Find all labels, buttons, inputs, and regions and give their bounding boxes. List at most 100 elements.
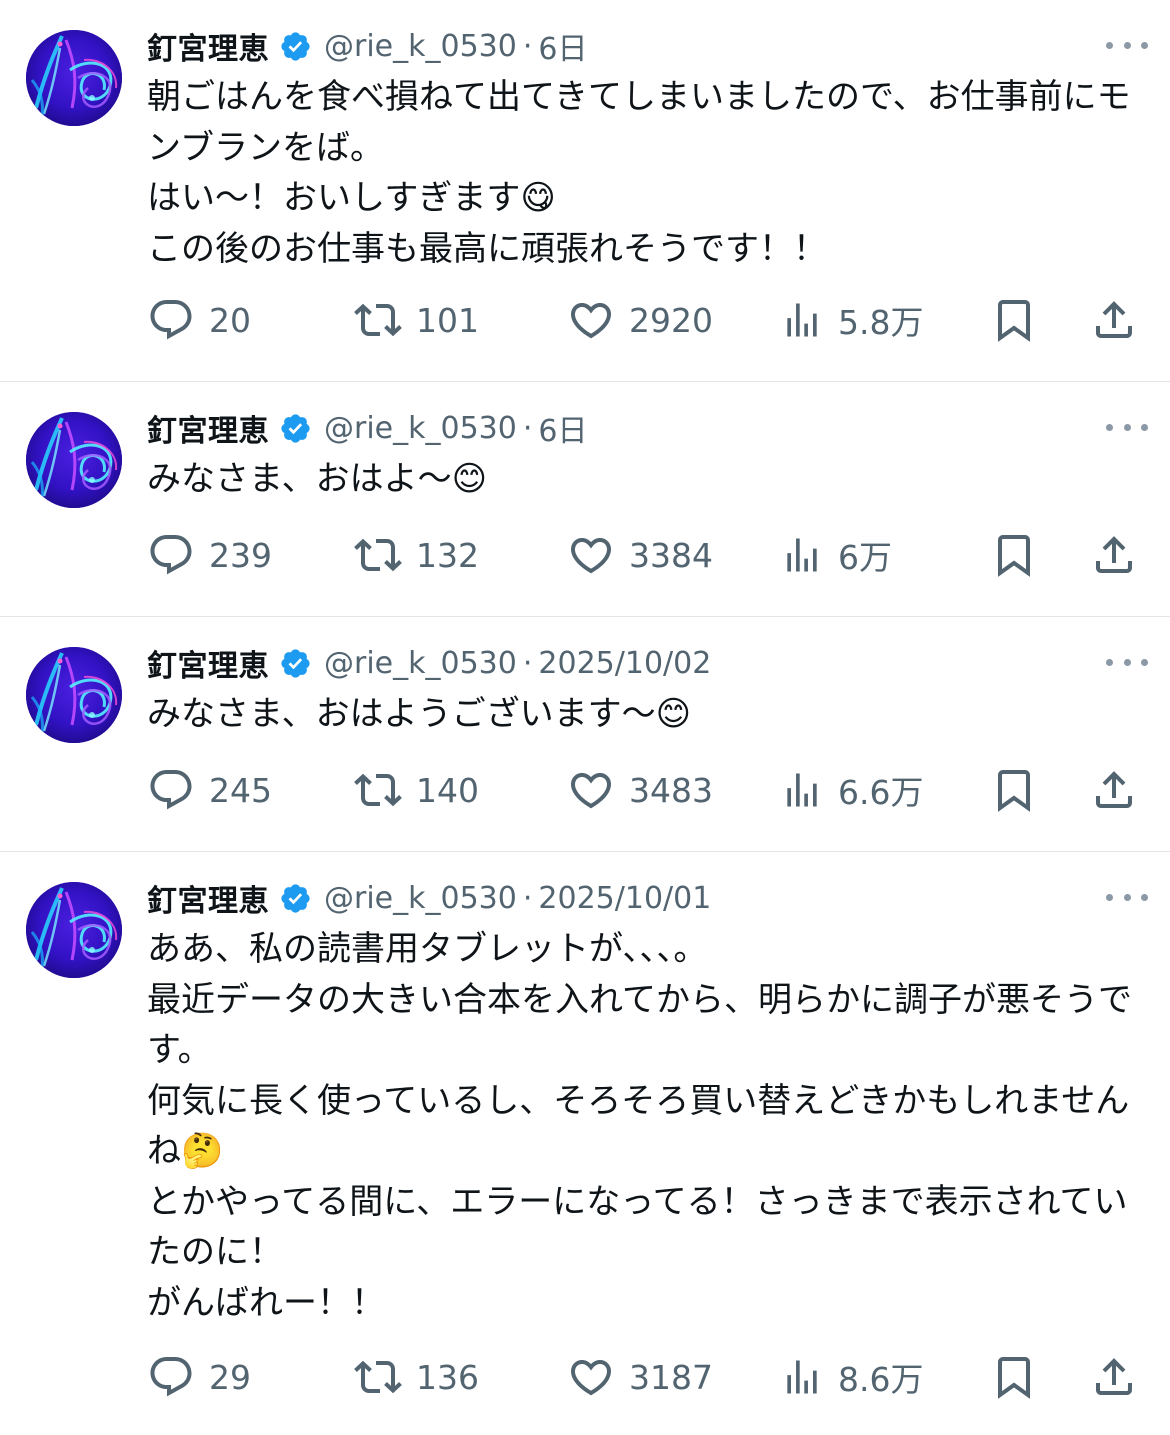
tweet-header: 釘宮理恵 @rie_k_0530 · 2025/10/02 [147, 645, 711, 685]
avatar[interactable] [26, 647, 122, 743]
reply-count: 245 [209, 770, 272, 810]
like-count: 2920 [629, 300, 713, 340]
bookmark-button[interactable] [990, 765, 1038, 815]
reply-button[interactable]: 239 [147, 530, 272, 580]
views-count: 5.8万 [838, 303, 924, 342]
reply-count: 29 [209, 1357, 251, 1397]
heart-icon [567, 766, 615, 814]
more-options-icon[interactable] [1106, 30, 1148, 60]
heart-icon [567, 531, 615, 579]
more-dot [1106, 893, 1113, 901]
more-options-icon[interactable] [1106, 412, 1148, 442]
retweet-icon [354, 766, 402, 814]
like-button[interactable]: 3384 [567, 530, 713, 580]
tweet-text: 朝ごはんを食べ損ねて出てきてしまいましたので、お仕事前にモンブランをば。 はい〜… [147, 77, 1131, 269]
action-bar: 29 136 3187 8.6万 [147, 1352, 1142, 1402]
retweet-count: 136 [416, 1357, 479, 1397]
like-count: 3187 [629, 1357, 713, 1397]
reply-bubble-icon [147, 296, 195, 344]
tweet-timestamp[interactable]: 6日 [538, 24, 587, 68]
retweet-button[interactable]: 101 [354, 295, 479, 345]
like-count: 3384 [629, 535, 713, 575]
author-handle[interactable]: @rie_k_0530 [324, 29, 517, 64]
views-bar-chart-icon [780, 298, 824, 342]
tweet[interactable]: 釘宮理恵 @rie_k_0530 · 6日 朝ごはんを食べ損ねて出てきてしまいま… [0, 0, 1170, 382]
like-button[interactable]: 2920 [567, 295, 713, 345]
more-dot [1123, 893, 1131, 901]
tweet[interactable]: 釘宮理恵 @rie_k_0530 · 2025/10/02 みなさま、おはようご… [0, 617, 1170, 852]
bookmark-button[interactable] [990, 1352, 1038, 1402]
share-button[interactable] [1090, 765, 1138, 815]
tweet-text: みなさま、おはようございます〜😊 [147, 694, 692, 734]
reply-button[interactable]: 245 [147, 765, 272, 815]
more-options-icon[interactable] [1106, 882, 1148, 912]
retweet-icon [354, 296, 402, 344]
retweet-icon [354, 1353, 402, 1401]
avatar[interactable] [26, 412, 122, 508]
avatar[interactable] [26, 882, 122, 978]
tweet-timestamp[interactable]: 2025/10/01 [538, 881, 711, 916]
retweet-button[interactable]: 140 [354, 765, 479, 815]
tweet-text: みなさま、おはよ〜😊 [147, 459, 488, 499]
reply-bubble-icon [147, 766, 195, 814]
share-button[interactable] [1090, 530, 1138, 580]
retweet-count: 101 [416, 300, 479, 340]
bookmark-button[interactable] [990, 530, 1038, 580]
share-button[interactable] [1090, 1352, 1138, 1402]
timeline-feed: 釘宮理恵 @rie_k_0530 · 6日 朝ごはんを食べ損ねて出てきてしまいま… [0, 0, 1170, 1435]
author-name[interactable]: 釘宮理恵 [147, 406, 269, 450]
retweet-button[interactable]: 132 [354, 530, 479, 580]
avatar[interactable] [26, 30, 122, 126]
views-count: 8.6万 [838, 1360, 924, 1399]
more-dot [1141, 423, 1148, 431]
author-handle[interactable]: @rie_k_0530 [324, 881, 517, 916]
bookmark-icon [990, 1353, 1038, 1401]
tweet-timestamp[interactable]: 6日 [538, 406, 587, 450]
share-icon [1090, 296, 1138, 344]
verified-badge-icon [279, 882, 312, 915]
verified-badge-icon [279, 30, 312, 63]
tweet-header: 釘宮理恵 @rie_k_0530 · 2025/10/01 [147, 880, 711, 920]
share-icon [1090, 1353, 1138, 1401]
more-dot [1123, 423, 1131, 431]
retweet-icon [354, 531, 402, 579]
tweet-timestamp[interactable]: 2025/10/02 [538, 646, 711, 681]
more-options-icon[interactable] [1106, 647, 1148, 677]
reply-bubble-icon [147, 531, 195, 579]
reply-button[interactable]: 20 [147, 295, 251, 345]
tweet-text: ああ、私の読書用タブレットが、、、。 最近データの大きい合本を入れてから、明らか… [147, 929, 1132, 1323]
author-name[interactable]: 釘宮理恵 [147, 641, 269, 685]
views-bar-chart-icon [780, 1355, 824, 1399]
share-button[interactable] [1090, 295, 1138, 345]
separator-dot: · [522, 645, 533, 681]
views-count: 6.6万 [838, 773, 924, 812]
reply-button[interactable]: 29 [147, 1352, 251, 1402]
more-dot [1141, 41, 1148, 49]
action-bar: 239 132 3384 6万 [147, 530, 1142, 580]
retweet-button[interactable]: 136 [354, 1352, 479, 1402]
more-dot [1106, 41, 1113, 49]
share-icon [1090, 766, 1138, 814]
views-button[interactable]: 5.8万 [780, 295, 923, 345]
like-button[interactable]: 3187 [567, 1352, 713, 1402]
bookmark-icon [990, 296, 1038, 344]
views-bar-chart-icon [780, 768, 824, 812]
views-button[interactable]: 6.6万 [780, 765, 923, 815]
bookmark-icon [990, 531, 1038, 579]
more-dot [1141, 893, 1148, 901]
author-handle[interactable]: @rie_k_0530 [324, 411, 517, 446]
more-dot [1106, 658, 1113, 666]
author-name[interactable]: 釘宮理恵 [147, 24, 269, 68]
tweet[interactable]: 釘宮理恵 @rie_k_0530 · 2025/10/01 ああ、私の読書用タブ… [0, 852, 1170, 1435]
action-bar: 20 101 2920 5.8万 [147, 295, 1142, 345]
author-handle[interactable]: @rie_k_0530 [324, 646, 517, 681]
views-bar-chart-icon [780, 533, 824, 577]
separator-dot: · [522, 28, 533, 64]
views-button[interactable]: 6万 [780, 530, 892, 580]
like-button[interactable]: 3483 [567, 765, 713, 815]
separator-dot: · [522, 410, 533, 446]
tweet[interactable]: 釘宮理恵 @rie_k_0530 · 6日 みなさま、おはよ〜😊 239 132… [0, 382, 1170, 617]
bookmark-button[interactable] [990, 295, 1038, 345]
views-button[interactable]: 8.6万 [780, 1352, 923, 1402]
author-name[interactable]: 釘宮理恵 [147, 876, 269, 920]
